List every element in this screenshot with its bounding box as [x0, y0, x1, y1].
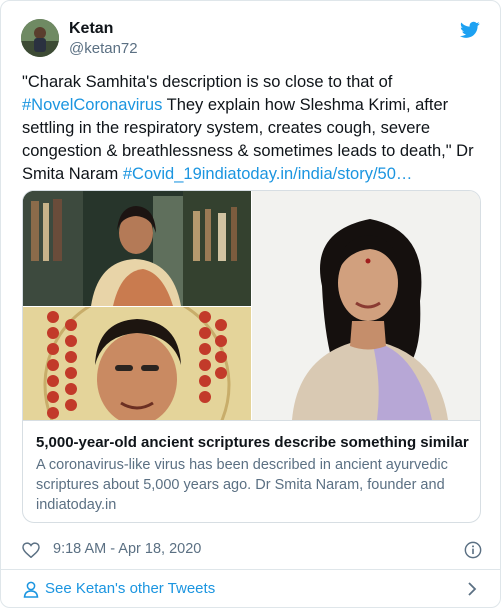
url-link[interactable]: indiatoday.in/india/story/50…: [202, 165, 413, 183]
photo-woman-saree: [252, 191, 480, 420]
hashtag-link[interactable]: #NovelCoronavirus: [22, 96, 162, 114]
tweet-text-part: "Charak Samhita's description is so clos…: [22, 73, 393, 91]
person-icon: [23, 581, 39, 598]
link-preview-card[interactable]: 5,000-year-old ancient scriptures descri…: [22, 190, 481, 523]
card-description: A coronavirus-like virus has been descri…: [36, 457, 448, 493]
card-domain: indiatoday.in: [36, 497, 117, 513]
hashtag-link[interactable]: #Covid_19: [123, 165, 202, 183]
info-icon[interactable]: [464, 541, 482, 559]
see-more-tweets-bar[interactable]: See Ketan's other Tweets: [1, 569, 500, 607]
heart-icon[interactable]: [22, 542, 40, 558]
embedded-tweet: Ketan @ketan72 "Charak Samhita's descrip…: [0, 0, 501, 608]
photo-man-garland: [23, 307, 251, 420]
timestamp[interactable]: 9:18 AM - Apr 18, 2020: [53, 541, 201, 557]
tweet-header: Ketan @ketan72: [21, 17, 480, 61]
card-image[interactable]: [23, 191, 480, 420]
chevron-right-icon[interactable]: [466, 581, 478, 597]
photo-woman-bookshelf: [23, 191, 251, 306]
avatar[interactable]: [21, 19, 59, 57]
card-title[interactable]: 5,000-year-old ancient scriptures descri…: [36, 433, 469, 453]
see-other-tweets-link[interactable]: See Ketan's other Tweets: [45, 580, 215, 597]
card-text[interactable]: 5,000-year-old ancient scriptures descri…: [23, 420, 480, 522]
tweet-meta: 9:18 AM - Apr 18, 2020: [22, 539, 482, 561]
display-name[interactable]: Ketan: [69, 19, 138, 39]
twitter-bird-icon[interactable]: [460, 21, 480, 39]
tweet-text: "Charak Samhita's description is so clos…: [22, 71, 482, 186]
user-handle[interactable]: @ketan72: [69, 39, 138, 59]
